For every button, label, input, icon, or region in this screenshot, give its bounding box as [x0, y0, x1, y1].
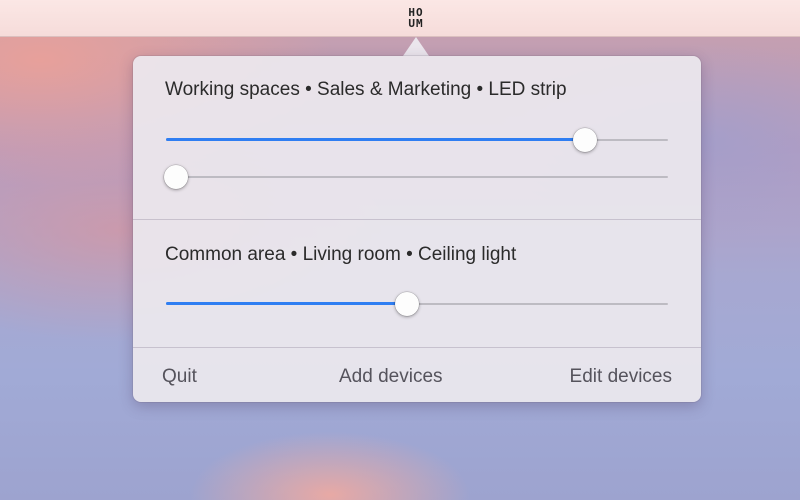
- footer-divider: [133, 347, 701, 348]
- slider-thumb[interactable]: [394, 292, 419, 316]
- popover-arrow: [403, 37, 429, 56]
- slider-fill: [166, 302, 407, 305]
- brightness-slider[interactable]: [166, 128, 668, 152]
- slider-track: [166, 176, 668, 178]
- slider-thumb[interactable]: [573, 128, 598, 152]
- menu-bar: HO UM: [0, 0, 800, 37]
- device-title-led-strip: Working spaces • Sales & Marketing • LED…: [165, 79, 567, 100]
- add-devices-button[interactable]: Add devices: [339, 366, 443, 388]
- slider-thumb[interactable]: [164, 165, 189, 189]
- houm-logo-icon[interactable]: HO UM: [401, 5, 431, 31]
- color-temperature-slider[interactable]: [164, 165, 668, 189]
- logo-text-bottom: UM: [408, 17, 424, 30]
- section-divider: [133, 219, 701, 220]
- slider-fill: [166, 138, 586, 141]
- edit-devices-button[interactable]: Edit devices: [570, 366, 672, 388]
- device-title-ceiling-light: Common area • Living room • Ceiling ligh…: [165, 244, 517, 265]
- brightness-slider[interactable]: [166, 292, 668, 316]
- quit-button[interactable]: Quit: [162, 366, 197, 388]
- device-popover: Working spaces • Sales & Marketing • LED…: [133, 56, 701, 402]
